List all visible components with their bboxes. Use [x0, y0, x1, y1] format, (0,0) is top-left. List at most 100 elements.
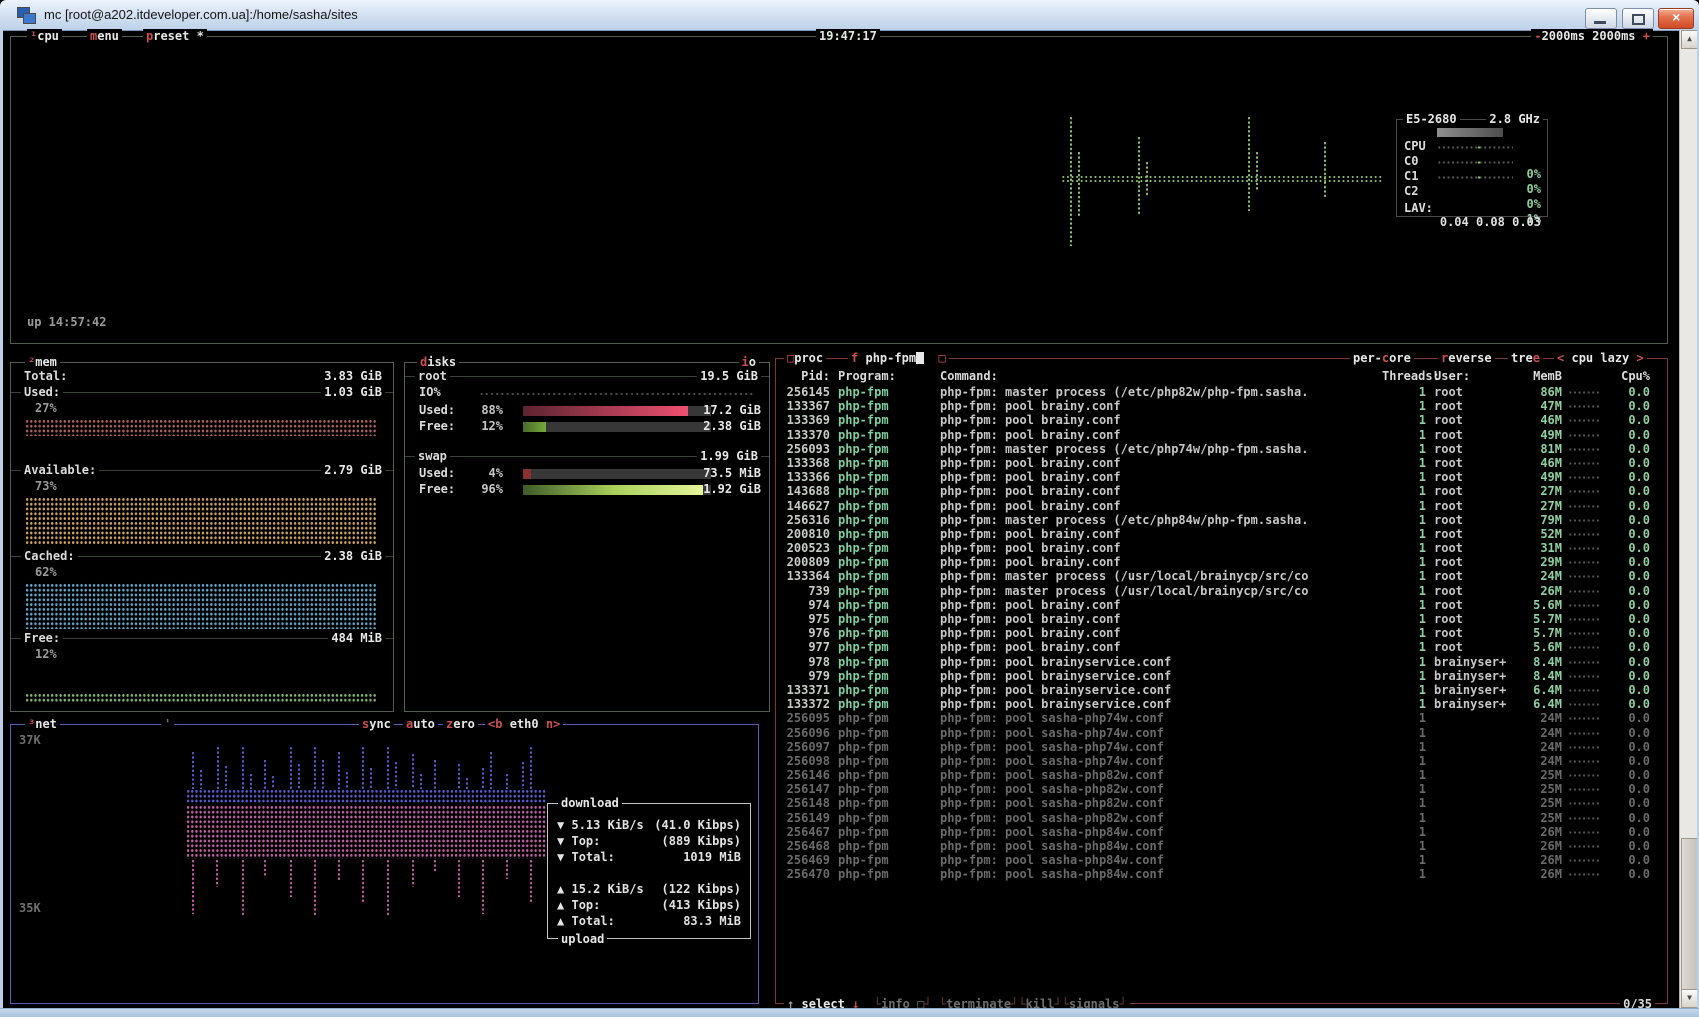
- proc-row[interactable]: 975php-fpmphp-fpm: pool brainy.conf1root…: [780, 612, 1665, 626]
- interval-minus-button[interactable]: -: [1534, 29, 1541, 43]
- proc-row[interactable]: 133369php-fpmphp-fpm: pool brainy.conf1r…: [780, 413, 1665, 427]
- proc-row[interactable]: 200809php-fpmphp-fpm: pool brainy.conf1r…: [780, 555, 1665, 569]
- proc-row[interactable]: 200523php-fpmphp-fpm: pool brainy.conf1r…: [780, 541, 1665, 555]
- sort-selector[interactable]: < cpu lazy >: [1554, 351, 1647, 365]
- minimize-icon: [1594, 21, 1606, 24]
- reverse-toggle[interactable]: reverse: [1438, 351, 1495, 365]
- net-download-spikes: [186, 745, 546, 789]
- filter-clear-icon[interactable]: □: [939, 351, 946, 365]
- proc-row[interactable]: 146627php-fpmphp-fpm: pool brainy.conf1r…: [780, 499, 1665, 513]
- net-box-title: ³net: [25, 717, 60, 731]
- disk-swap-row: swap 1.99 GiB: [405, 449, 769, 464]
- col-threads[interactable]: Threads:: [1382, 369, 1426, 383]
- proc-row[interactable]: 256145php-fpmphp-fpm: master process (/e…: [780, 385, 1665, 399]
- load-average: 0.04 0.08 0.03: [1440, 215, 1541, 229]
- sort-prev-button[interactable]: <: [1557, 351, 1564, 365]
- scroll-up-button[interactable]: ▲: [1681, 30, 1698, 49]
- proc-row[interactable]: 256468php-fpmphp-fpm: pool sasha-php84w.…: [780, 839, 1665, 853]
- proc-row[interactable]: 976php-fpmphp-fpm: pool brainy.conf1root…: [780, 626, 1665, 640]
- download-total-row: ▼ Total:1019 MiB: [557, 850, 741, 865]
- proc-row[interactable]: 200810php-fpmphp-fpm: pool brainy.conf1r…: [780, 527, 1665, 541]
- proc-row[interactable]: 256146php-fpmphp-fpm: pool sasha-php82w.…: [780, 768, 1665, 782]
- disks-box-title: disks: [417, 355, 459, 369]
- proc-row[interactable]: 256149php-fpmphp-fpm: pool sasha-php82w.…: [780, 811, 1665, 825]
- down-arrow-icon: ▼: [557, 850, 564, 864]
- proc-row[interactable]: 977php-fpmphp-fpm: pool brainy.conf1root…: [780, 640, 1665, 654]
- col-user[interactable]: User:: [1426, 369, 1514, 383]
- update-interval: -2000ms 2000ms +: [1531, 29, 1653, 43]
- scrollbar[interactable]: ▲ ▼: [1679, 30, 1698, 1008]
- preset-button[interactable]: preset *: [143, 29, 207, 43]
- proc-row[interactable]: 256095php-fpmphp-fpm: pool sasha-php74w.…: [780, 711, 1665, 725]
- sort-next-button[interactable]: >: [1637, 351, 1644, 365]
- disk-swap-used-meter: [523, 469, 711, 479]
- net-zero-toggle[interactable]: zero: [443, 717, 478, 731]
- mem-total-row: Total: 3.83 GiB: [11, 369, 393, 384]
- col-command[interactable]: Command:: [940, 369, 1382, 383]
- proc-row[interactable]: 256147php-fpmphp-fpm: pool sasha-php82w.…: [780, 782, 1665, 796]
- net-download-graph: [186, 789, 546, 804]
- net-interface-switch[interactable]: <b eth0 n>: [485, 717, 563, 731]
- net-scale-bottom: 35K: [19, 901, 41, 915]
- disk-root-io-row: IO%: [417, 385, 761, 400]
- disk-root-size: 19.5 GiB: [697, 369, 761, 384]
- down-arrow-icon: ▼: [557, 818, 564, 832]
- proc-row[interactable]: 256470php-fpmphp-fpm: pool sasha-php84w.…: [780, 867, 1665, 881]
- disks-io-toggle[interactable]: io: [739, 355, 759, 369]
- col-cpu[interactable]: Cpu%: [1604, 369, 1650, 383]
- download-top-row: ▼ Top:(889 Kibps): [557, 834, 741, 849]
- proc-row[interactable]: 739php-fpmphp-fpm: master process (/usr/…: [780, 584, 1665, 598]
- net-auto-toggle[interactable]: auto: [403, 717, 438, 731]
- disks-box: disks io root 19.5 GiB IO% Used: 88% 17.…: [404, 362, 770, 712]
- proc-row[interactable]: 974php-fpmphp-fpm: pool brainy.conf1root…: [780, 598, 1665, 612]
- proc-table-header: Pid: Program: Command: Threads: User: Me…: [780, 369, 1665, 383]
- proc-row[interactable]: 256467php-fpmphp-fpm: pool sasha-php84w.…: [780, 825, 1665, 839]
- restore-button[interactable]: [1622, 8, 1654, 29]
- proc-row[interactable]: 133367php-fpmphp-fpm: pool brainy.conf1r…: [780, 399, 1665, 413]
- mem-box: ²mem Total: 3.83 GiB Used: 1.03 GiB 27% …: [10, 362, 394, 712]
- proc-row[interactable]: 979php-fpmphp-fpm: pool brainyservice.co…: [780, 669, 1665, 683]
- disk-swap-size: 1.99 GiB: [697, 449, 761, 464]
- proc-row[interactable]: 133366php-fpmphp-fpm: pool brainy.conf1r…: [780, 470, 1665, 484]
- proc-row[interactable]: 143688php-fpmphp-fpm: pool brainy.conf1r…: [780, 484, 1665, 498]
- scroll-down-button[interactable]: ▼: [1681, 989, 1698, 1008]
- scrollbar-thumb[interactable]: [1681, 838, 1698, 990]
- disk-root-used: 17.2 GiB: [703, 403, 761, 418]
- net-sync-toggle[interactable]: sync: [359, 717, 394, 731]
- minimize-button[interactable]: [1585, 8, 1617, 29]
- proc-row[interactable]: 133371php-fpmphp-fpm: pool brainyservice…: [780, 683, 1665, 697]
- proc-row[interactable]: 256316php-fpmphp-fpm: master process (/e…: [780, 513, 1665, 527]
- proc-row[interactable]: 133368php-fpmphp-fpm: pool brainy.conf1r…: [780, 456, 1665, 470]
- col-mem[interactable]: MemB: [1514, 369, 1562, 383]
- disk-root-used-meter: [523, 406, 711, 416]
- mem-free-graph: [25, 693, 377, 702]
- proc-filter[interactable]: f php-fpm □: [848, 351, 949, 365]
- proc-row[interactable]: 256469php-fpmphp-fpm: pool sasha-php84w.…: [780, 853, 1665, 867]
- disk-swap-free: 1.92 GiB: [703, 482, 761, 497]
- col-program[interactable]: Program:: [830, 369, 940, 383]
- proc-row[interactable]: 256148php-fpmphp-fpm: pool sasha-php82w.…: [780, 796, 1665, 810]
- proc-row[interactable]: 133372php-fpmphp-fpm: pool brainyservice…: [780, 697, 1665, 711]
- download-total: 1019 MiB: [683, 850, 741, 865]
- close-button[interactable]: ×: [1658, 8, 1694, 29]
- proc-row[interactable]: 256096php-fpmphp-fpm: pool sasha-php74w.…: [780, 726, 1665, 740]
- uptime: up 14:57:42: [27, 315, 106, 329]
- mem-free-pct: 12%: [35, 647, 57, 661]
- menu-button[interactable]: menu: [87, 29, 122, 43]
- proc-row[interactable]: 256098php-fpmphp-fpm: pool sasha-php74w.…: [780, 754, 1665, 768]
- mem-cached: 2.38 GiB: [321, 549, 385, 564]
- cpu-freq: 2.8 GHz: [1486, 112, 1543, 126]
- mem-cached-graph: [25, 583, 377, 629]
- tree-toggle[interactable]: tree: [1508, 351, 1543, 365]
- proc-row[interactable]: 133364php-fpmphp-fpm: master process (/u…: [780, 569, 1665, 583]
- proc-row[interactable]: 256097php-fpmphp-fpm: pool sasha-php74w.…: [780, 740, 1665, 754]
- proc-row[interactable]: 133370php-fpmphp-fpm: pool brainy.conf1r…: [780, 428, 1665, 442]
- mem-available-graph: [25, 497, 377, 545]
- core-row: C1 0%: [1397, 155, 1547, 170]
- percore-toggle[interactable]: per-core: [1350, 351, 1414, 365]
- proc-row[interactable]: 978php-fpmphp-fpm: pool brainyservice.co…: [780, 655, 1665, 669]
- col-pid[interactable]: Pid:: [780, 369, 830, 383]
- proc-filter-input[interactable]: php-fpm: [865, 351, 916, 365]
- proc-row[interactable]: 256093php-fpmphp-fpm: master process (/e…: [780, 442, 1665, 456]
- interval-plus-button[interactable]: +: [1643, 29, 1650, 43]
